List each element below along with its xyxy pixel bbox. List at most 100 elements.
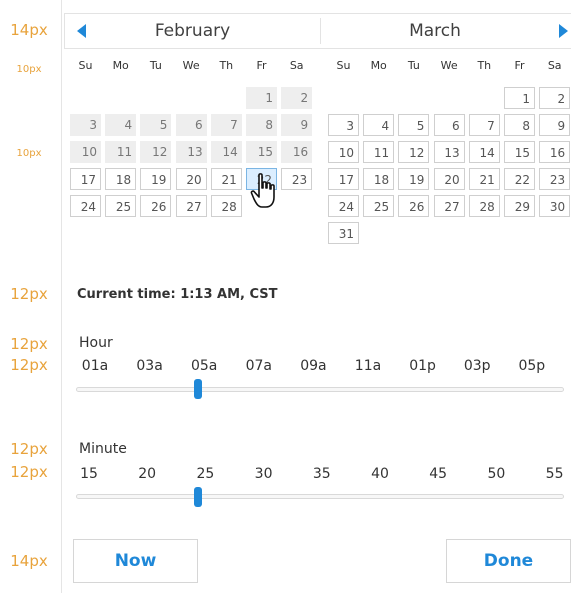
calendar-day[interactable]: 18 xyxy=(363,167,395,190)
month-title-february: February xyxy=(154,21,231,41)
weekday-header: Fr xyxy=(256,59,267,72)
calendar-day[interactable]: 4 xyxy=(363,113,395,136)
calendar-day[interactable]: 21 xyxy=(468,167,500,190)
weekday-header: We xyxy=(182,59,200,72)
calendar-day[interactable]: 3 xyxy=(328,113,359,136)
calendar-day[interactable]: 18 xyxy=(105,167,137,190)
calendar-day: 10 xyxy=(70,140,101,163)
calendar-day[interactable]: 10 xyxy=(328,140,359,163)
calendar-day[interactable]: 5 xyxy=(398,113,430,136)
hour-tick-label: 05a xyxy=(190,358,218,374)
spacing-annotation: 10px xyxy=(16,148,42,159)
calendar-day[interactable]: 25 xyxy=(105,194,137,217)
triangle-right-icon[interactable] xyxy=(559,24,568,38)
calendar-day[interactable]: 26 xyxy=(140,194,172,217)
calendar-day[interactable]: 17 xyxy=(70,167,101,190)
minute-tick-label: 20 xyxy=(138,466,157,482)
done-button[interactable]: Done xyxy=(446,539,571,583)
calendar-day[interactable]: 21 xyxy=(210,167,242,190)
minute-tick-label: 40 xyxy=(371,466,389,482)
hour-tick-label: 03a xyxy=(136,358,163,374)
spacing-annotation: 12px xyxy=(10,285,48,303)
calendar-day: 9 xyxy=(281,113,313,136)
month-title-march: March xyxy=(409,21,461,41)
calendar-day[interactable]: 27 xyxy=(175,194,207,217)
calendar-day[interactable]: 22 xyxy=(504,167,535,190)
calendar-day[interactable]: 20 xyxy=(433,167,465,190)
calendar-day[interactable]: 11 xyxy=(363,140,395,163)
calendar-day[interactable]: 28 xyxy=(468,194,500,217)
calendar-day: 1 xyxy=(246,87,277,109)
hour-slider-thumb[interactable] xyxy=(194,379,202,399)
calendar-day[interactable]: 17 xyxy=(328,167,359,190)
spacing-annotation: 10px xyxy=(16,64,42,75)
weekday-header: Th xyxy=(477,59,492,72)
calendar-day: 14 xyxy=(210,140,242,163)
calendar-day[interactable]: 23 xyxy=(539,167,571,190)
hour-tick-label: 11a xyxy=(354,358,382,374)
minute-slider-track[interactable] xyxy=(76,494,564,499)
calendar-day[interactable]: 25 xyxy=(363,194,395,217)
hour-tick-label: 05p xyxy=(518,358,546,374)
date-time-picker: February March Su Mo Tu We Th Fr Sa 1 2 3 4 5 6 7 8 9 10… xyxy=(62,0,571,593)
minute-tick-label: 55 xyxy=(545,466,564,482)
calendar-day: 15 xyxy=(246,140,277,163)
calendar-day[interactable]: 19 xyxy=(398,167,430,190)
hour-slider-track[interactable] xyxy=(76,387,564,392)
hour-tick-label: 09a xyxy=(300,358,327,374)
current-time-text: Current time: 1:13 AM, CST xyxy=(77,287,278,302)
weekday-header: Sa xyxy=(289,59,304,72)
weekday-header: Tu xyxy=(407,59,420,72)
minute-tick-label: 35 xyxy=(312,466,331,482)
hour-tick-label: 01a xyxy=(81,358,109,374)
calendar-day[interactable]: 20 xyxy=(175,167,207,190)
calendar-day[interactable]: 14 xyxy=(468,140,500,163)
now-button[interactable]: Now xyxy=(73,539,198,583)
spacing-annotation: 14px xyxy=(10,21,48,39)
weekday-header: Fr xyxy=(514,59,525,72)
hand-pointer-icon xyxy=(250,173,275,208)
minute-slider-thumb[interactable] xyxy=(194,487,202,507)
calendar-day[interactable]: 2 xyxy=(539,87,571,109)
calendar-day[interactable]: 30 xyxy=(539,194,571,217)
calendar-day: 3 xyxy=(70,113,101,136)
calendar-day[interactable]: 1 xyxy=(504,87,535,109)
weekday-header: Mo xyxy=(370,59,387,72)
calendar-day[interactable]: 9 xyxy=(539,113,571,136)
hour-tick-label: 07a xyxy=(245,358,272,374)
minute-tick-label: 50 xyxy=(487,466,506,482)
calendar-day[interactable]: 7 xyxy=(468,113,500,136)
weekday-header: Tu xyxy=(149,59,162,72)
calendar-day[interactable]: 13 xyxy=(433,140,465,163)
calendar-day[interactable]: 6 xyxy=(433,113,465,136)
calendar-day[interactable]: 8 xyxy=(504,113,535,136)
calendar-day: 12 xyxy=(140,140,172,163)
minute-label: Minute xyxy=(79,441,127,457)
weekday-header: Su xyxy=(336,59,351,72)
spacing-annotation: 12px xyxy=(10,335,48,353)
minute-tick-label: 25 xyxy=(196,466,215,482)
calendar-day[interactable]: 19 xyxy=(140,167,172,190)
calendar-day: 13 xyxy=(175,140,207,163)
weekday-header: Sa xyxy=(547,59,562,72)
calendar-day[interactable]: 23 xyxy=(281,167,313,190)
calendar-day[interactable]: 28 xyxy=(210,194,242,217)
calendar-day: 16 xyxy=(281,140,313,163)
calendar-day: 2 xyxy=(281,87,313,109)
calendar-day: 4 xyxy=(105,113,137,136)
hour-tick-label: 01p xyxy=(409,358,436,374)
calendar-day: 6 xyxy=(175,113,207,136)
weekday-header: We xyxy=(440,59,458,72)
calendar-day: 8 xyxy=(246,113,277,136)
calendar-day[interactable]: 27 xyxy=(433,194,465,217)
calendar-day[interactable]: 24 xyxy=(328,194,359,217)
calendar-day: 11 xyxy=(105,140,137,163)
calendar-day[interactable]: 31 xyxy=(328,221,359,244)
calendar-day[interactable]: 15 xyxy=(504,140,535,163)
calendar-day[interactable]: 26 xyxy=(398,194,430,217)
calendar-day[interactable]: 29 xyxy=(504,194,535,217)
calendar-header: February March xyxy=(64,13,571,49)
calendar-day[interactable]: 16 xyxy=(539,140,571,163)
calendar-day[interactable]: 12 xyxy=(398,140,430,163)
calendar-day[interactable]: 24 xyxy=(70,194,101,217)
